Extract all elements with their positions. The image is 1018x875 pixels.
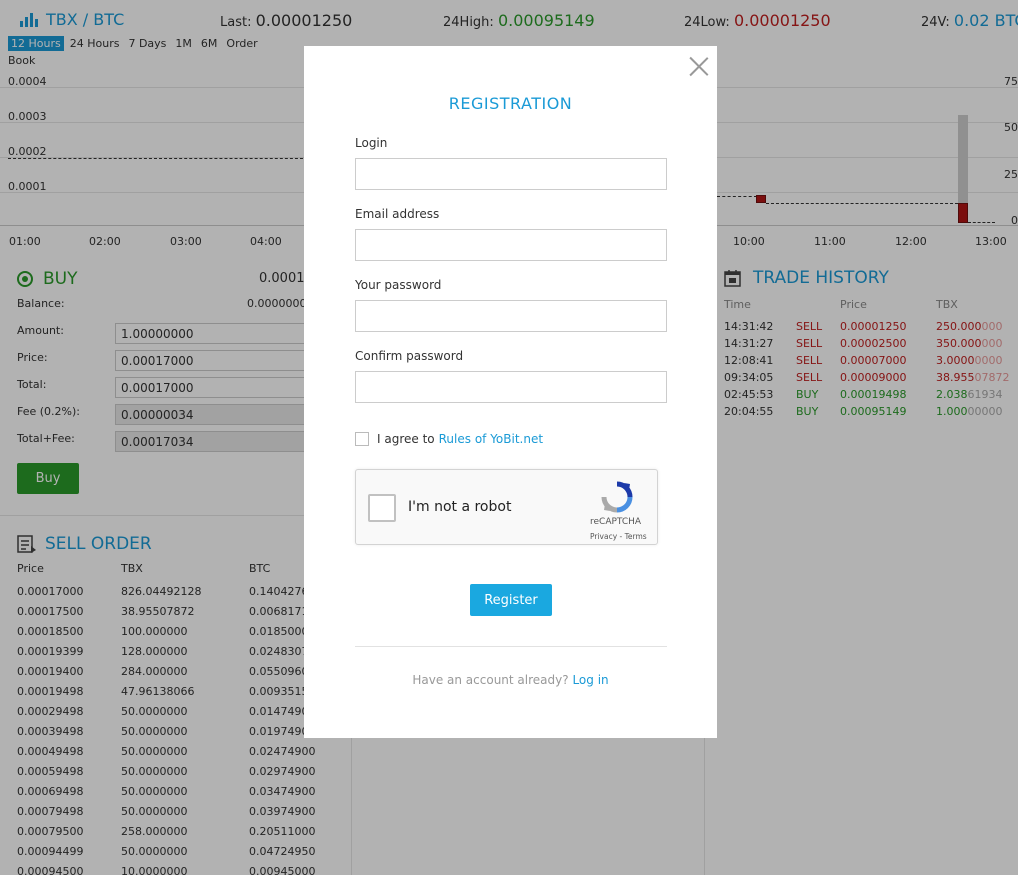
agree-checkbox[interactable]: [355, 432, 369, 446]
email-label: Email address: [355, 207, 440, 221]
login-label: Login: [355, 136, 388, 150]
login-input[interactable]: [355, 158, 667, 190]
email-input[interactable]: [355, 229, 667, 261]
password-label: Your password: [355, 278, 442, 292]
recaptcha-logo-icon: [600, 480, 634, 514]
login-link[interactable]: Log in: [572, 673, 608, 687]
agree-text: I agree to: [377, 432, 435, 446]
confirm-password-label: Confirm password: [355, 349, 464, 363]
recaptcha-widget: I'm not a robot reCAPTCHA Privacy - Term…: [355, 469, 658, 545]
confirm-password-input[interactable]: [355, 371, 667, 403]
close-icon[interactable]: [689, 56, 709, 76]
modal-title: REGISTRATION: [448, 94, 573, 113]
register-button[interactable]: Register: [470, 584, 552, 616]
divider: [355, 646, 667, 647]
recaptcha-brand: reCAPTCHA: [590, 517, 642, 527]
recaptcha-label: I'm not a robot: [408, 499, 512, 515]
recaptcha-checkbox[interactable]: [368, 494, 396, 522]
recaptcha-terms-link[interactable]: Privacy - Terms: [590, 532, 647, 541]
agree-row: I agree to Rules of YoBit.net: [355, 432, 543, 446]
password-input[interactable]: [355, 300, 667, 332]
registration-modal: REGISTRATION Login Email address Your pa…: [304, 46, 717, 738]
have-account-row: Have an account already? Log in: [412, 673, 609, 687]
rules-link[interactable]: Rules of YoBit.net: [439, 432, 543, 446]
